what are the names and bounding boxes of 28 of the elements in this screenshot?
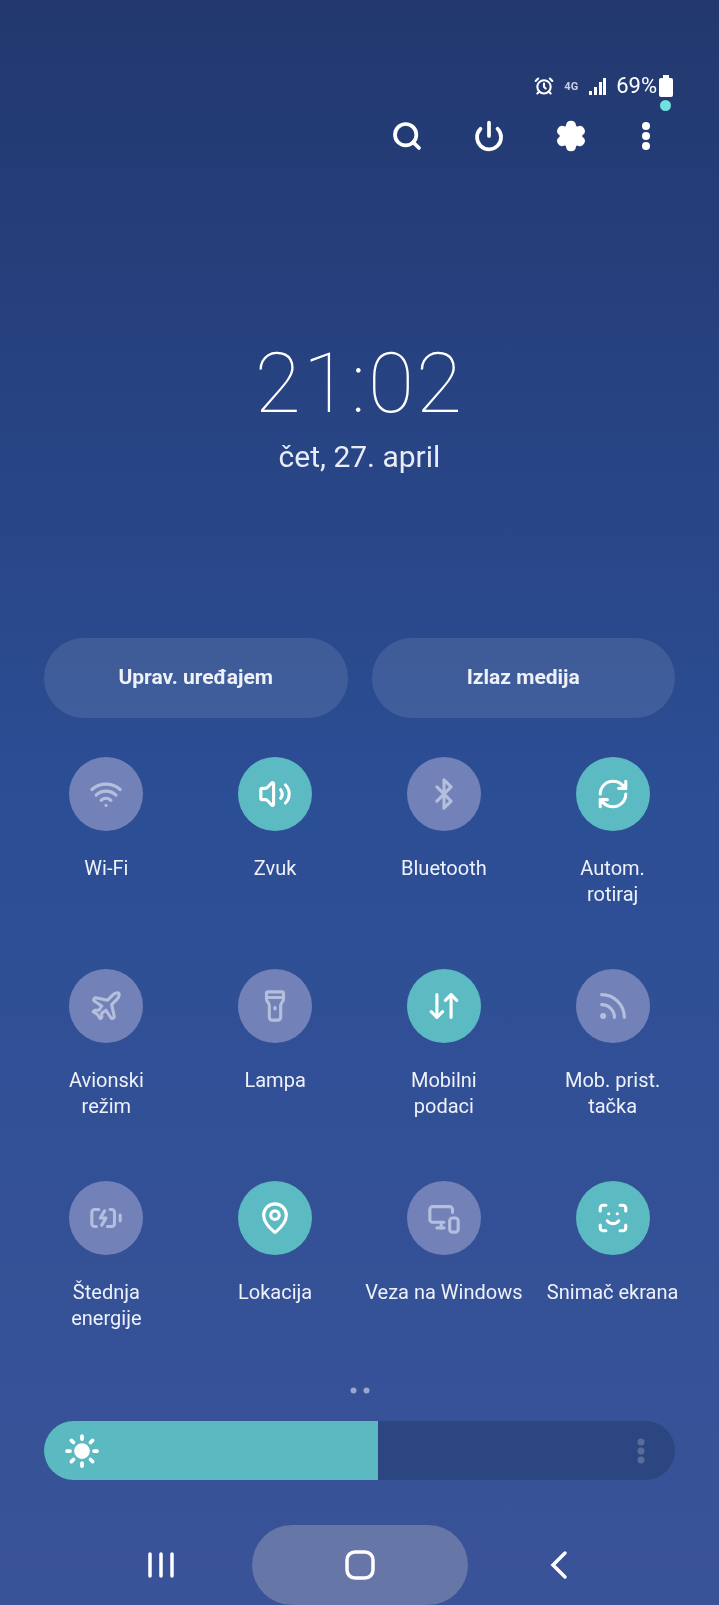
toggle-label: Mobilni podaci [411,1067,477,1120]
alarm-icon [534,76,555,97]
clock-date: čet, 27. april [278,437,441,476]
toggle-label: Veza na Windows [365,1279,523,1306]
home-icon [344,1549,375,1580]
toggle-label: Bluetooth [401,855,487,882]
toggle-label: Zvuk [253,855,297,882]
toggle-label: Wi-Fi [84,855,129,882]
battery-percentage: 69% [616,75,657,98]
signal-icon [588,77,607,96]
shortcut-button[interactable]: Izlaz medija [371,638,675,719]
toggle-label: Lampa [244,1067,306,1094]
toggle-label: Snimač ekrana [546,1279,679,1306]
toggle-label: Lokacija [238,1279,313,1306]
shortcut-button[interactable]: Uprav. uređajem [44,638,348,719]
more-icon [641,120,651,151]
more-icon [637,1438,645,1465]
toggle-label: Autom. rotiraj [580,855,645,908]
page-indicator-icon [349,1387,370,1395]
recent-apps-icon [146,1551,175,1578]
toggle-label: Avionski režim [68,1067,144,1120]
battery-icon [659,75,673,98]
network-type: 4G [564,80,579,92]
clock-time: 21:02 [254,341,465,426]
sun-icon [64,1433,100,1470]
back-icon [548,1549,569,1580]
toggle-label: Štednja energije [71,1279,142,1332]
toggle-label: Mob. prist. tačka [564,1067,661,1120]
